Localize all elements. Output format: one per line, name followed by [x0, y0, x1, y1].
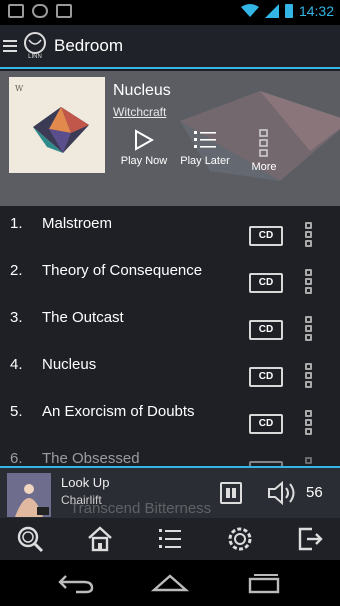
- more-label: More: [251, 161, 277, 173]
- mini-cover-graphic: [7, 473, 51, 517]
- pause-button[interactable]: [220, 482, 242, 504]
- track-title: Theory of Consequence: [42, 262, 203, 279]
- track-row[interactable]: 3. The Outcast CD: [0, 300, 340, 347]
- volume-icon[interactable]: [267, 480, 299, 506]
- now-playing-artist: Chairlift: [61, 493, 102, 507]
- track-number: 6.: [10, 450, 23, 467]
- track-title: Malstroem: [42, 215, 113, 232]
- back-icon[interactable]: [56, 572, 96, 594]
- system-indicators: 14:32: [240, 3, 334, 19]
- track-more-icon[interactable]: [305, 222, 313, 248]
- gallery-notification-icon: [56, 4, 72, 18]
- track-title: The Obsessed: [42, 450, 140, 467]
- bottom-tab-bar: [0, 518, 340, 560]
- track-more-icon[interactable]: [305, 316, 313, 342]
- cd-source-badge: CD: [249, 226, 283, 246]
- linn-logo[interactable]: LINN: [22, 32, 48, 62]
- track-number: 5.: [10, 403, 23, 420]
- track-number: 1.: [10, 215, 23, 232]
- track-number: 3.: [10, 309, 23, 326]
- status-bar: 14:32: [0, 0, 340, 25]
- album-art[interactable]: W: [9, 77, 105, 173]
- home-nav-icon[interactable]: [150, 572, 190, 594]
- track-more-icon[interactable]: [305, 269, 313, 295]
- album-title: Nucleus: [113, 82, 171, 99]
- cd-source-badge: CD: [249, 367, 283, 387]
- exit-icon[interactable]: [296, 525, 324, 553]
- queue-icon: [194, 131, 216, 148]
- playlist-icon[interactable]: [156, 525, 184, 553]
- image-notification-icon: [8, 4, 24, 18]
- recents-icon[interactable]: [244, 572, 284, 594]
- play-later-label: Play Later: [180, 155, 230, 167]
- action-bar: LINN Bedroom: [0, 25, 340, 69]
- wifi-icon: [240, 4, 259, 17]
- notification-icons: [8, 4, 72, 18]
- play-later-button[interactable]: Play Later: [178, 129, 232, 177]
- track-title: Nucleus: [42, 356, 97, 373]
- album-artist-link[interactable]: Witchcraft: [113, 105, 166, 119]
- more-dots-icon: [259, 129, 268, 157]
- play-now-button[interactable]: Play Now: [118, 129, 170, 177]
- home-icon[interactable]: [86, 525, 114, 553]
- logo-text: LINN: [28, 54, 42, 60]
- menu-icon[interactable]: [3, 40, 17, 52]
- track-title: An Exorcism of Doubts: [42, 403, 195, 420]
- search-icon[interactable]: [16, 525, 44, 553]
- system-nav-bar: [0, 560, 340, 606]
- track-list: 1. Malstroem CD 2. Theory of Consequence…: [0, 206, 340, 468]
- track-more-icon[interactable]: [305, 410, 313, 436]
- cd-source-badge: CD: [249, 273, 283, 293]
- album-cover-graphic: W: [9, 77, 105, 173]
- track-row[interactable]: 5. An Exorcism of Doubts CD: [0, 394, 340, 441]
- track-title: The Outcast: [42, 309, 124, 326]
- play-now-label: Play Now: [120, 155, 168, 167]
- battery-icon: [284, 4, 293, 18]
- track-row[interactable]: 6. The Obsessed CD: [0, 441, 340, 468]
- track-number: 2.: [10, 262, 23, 279]
- signal-icon: [264, 4, 279, 18]
- app-screen: 14:32 LINN Bedroom W Nucleus Witchcraft …: [0, 0, 340, 606]
- cd-source-badge: CD: [249, 414, 283, 434]
- track-more-icon[interactable]: [305, 363, 313, 389]
- now-playing-title: Look Up: [61, 475, 110, 490]
- settings-icon[interactable]: [226, 525, 254, 553]
- track-row[interactable]: 2. Theory of Consequence CD: [0, 253, 340, 300]
- mini-player[interactable]: Transcend Bitterness Look Up Chairlift 5…: [0, 466, 340, 518]
- album-header: W Nucleus Witchcraft Play Now Play Later…: [0, 71, 340, 206]
- volume-level: 56: [306, 484, 323, 501]
- track-number: 4.: [10, 356, 23, 373]
- track-row[interactable]: 1. Malstroem CD: [0, 206, 340, 253]
- svg-text:W: W: [15, 84, 24, 93]
- mini-album-art[interactable]: [7, 473, 51, 517]
- cd-source-badge: CD: [249, 320, 283, 340]
- cloud-notification-icon: [32, 4, 48, 18]
- play-icon: [135, 129, 154, 151]
- more-button[interactable]: More: [247, 129, 281, 177]
- status-time: 14:32: [298, 3, 334, 19]
- room-title[interactable]: Bedroom: [54, 36, 123, 56]
- track-row[interactable]: 4. Nucleus CD: [0, 347, 340, 394]
